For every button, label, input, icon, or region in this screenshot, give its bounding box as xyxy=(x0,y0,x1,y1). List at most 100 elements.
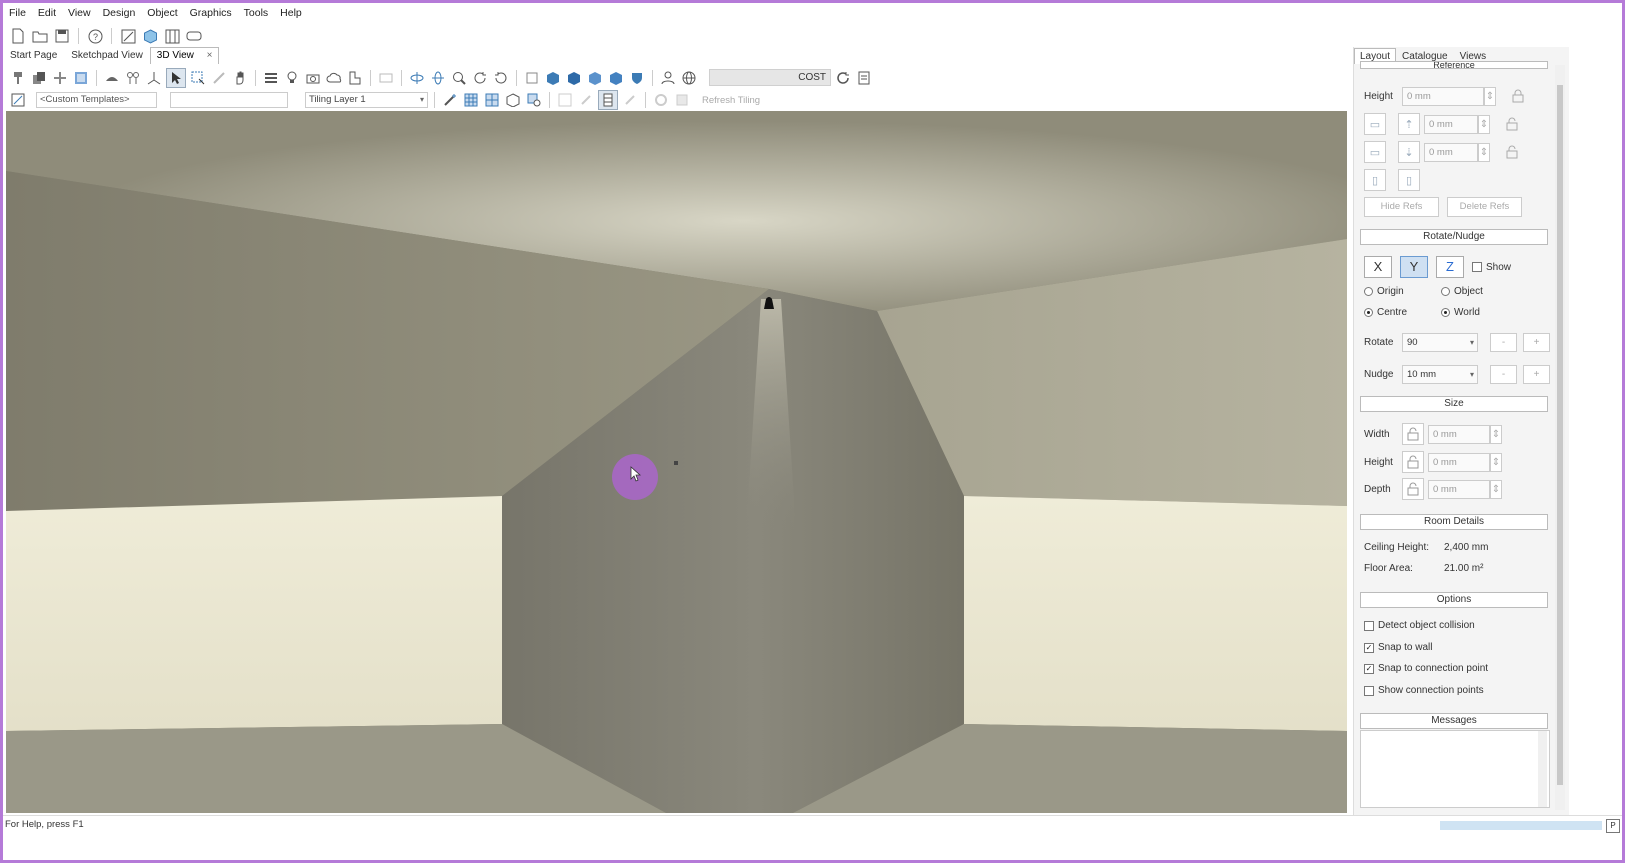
rotate-ccw-icon[interactable] xyxy=(492,69,510,87)
reference-offset1-stepper[interactable]: ⇕ xyxy=(1478,114,1490,134)
copy-object-icon[interactable] xyxy=(30,69,48,87)
orbit-horizontal-icon[interactable] xyxy=(408,69,426,87)
delete-refs-button[interactable]: Delete Refs xyxy=(1447,197,1522,217)
messages-header[interactable]: Messages xyxy=(1360,713,1548,729)
save-icon[interactable] xyxy=(53,27,71,45)
status-icon[interactable]: P xyxy=(1606,819,1620,833)
tile-grid-2-icon[interactable] xyxy=(483,91,501,109)
size-width-input[interactable]: 0 mm xyxy=(1428,424,1490,444)
menu-file[interactable]: File xyxy=(3,7,32,19)
marquee-select-icon[interactable] xyxy=(189,69,207,87)
rotate-minus-button[interactable]: - xyxy=(1490,333,1517,352)
new-file-icon[interactable] xyxy=(9,27,27,45)
reference-offset1-input[interactable]: 0 mm xyxy=(1424,114,1478,134)
tile-gear-icon[interactable] xyxy=(652,91,670,109)
nudge-select[interactable]: 10 mm ▾ xyxy=(1402,365,1478,384)
custom-templates-select[interactable]: <Custom Templates> xyxy=(36,92,157,108)
room-shape-icon[interactable] xyxy=(346,69,364,87)
menu-edit[interactable]: Edit xyxy=(32,7,62,19)
tile-grid-1-icon[interactable] xyxy=(462,91,480,109)
measure-icon[interactable] xyxy=(210,69,228,87)
object-radio[interactable] xyxy=(1441,287,1450,296)
reference-snap-down-icon[interactable]: ⇣ xyxy=(1398,141,1420,163)
unlock-icon[interactable] xyxy=(1502,142,1522,162)
size-height-input[interactable]: 0 mm xyxy=(1428,452,1490,472)
tab-3d-view[interactable]: 3D View × xyxy=(149,47,220,64)
camera-icon[interactable] xyxy=(304,69,322,87)
view-cube-1-icon[interactable] xyxy=(544,69,562,87)
room-details-header[interactable]: Room Details xyxy=(1360,514,1548,530)
reference-height-input[interactable]: 0 mm xyxy=(1402,86,1484,106)
paint-brush-icon[interactable] xyxy=(9,69,27,87)
select-pointer-icon[interactable] xyxy=(166,67,186,88)
size-header[interactable]: Size xyxy=(1360,396,1548,412)
reference-centre-snap-icon[interactable]: ▯ xyxy=(1398,169,1420,191)
view-shield-icon[interactable] xyxy=(628,69,646,87)
reference-centre-icon[interactable]: ▯ xyxy=(1364,169,1386,191)
list-icon[interactable] xyxy=(262,69,280,87)
plan-view-icon[interactable] xyxy=(119,27,137,45)
unlock-icon[interactable] xyxy=(1402,478,1424,500)
3d-view-icon[interactable] xyxy=(141,27,159,45)
show-connection-checkbox[interactable] xyxy=(1364,685,1374,696)
axis-x-button[interactable]: X xyxy=(1364,256,1392,278)
reference-offset2-stepper[interactable]: ⇕ xyxy=(1478,142,1490,162)
template-icon[interactable] xyxy=(9,91,27,109)
world-radio[interactable] xyxy=(1441,308,1450,317)
show-checkbox[interactable] xyxy=(1472,262,1482,272)
hide-refs-button[interactable]: Hide Refs xyxy=(1364,197,1439,217)
reference-height-stepper[interactable]: ⇕ xyxy=(1484,86,1496,106)
person-icon[interactable] xyxy=(659,69,677,87)
reference-align-top-icon[interactable]: ▭ xyxy=(1364,113,1386,135)
tile-link-icon[interactable] xyxy=(577,91,595,109)
menu-graphics[interactable]: Graphics xyxy=(184,7,238,19)
walk-icon[interactable] xyxy=(124,69,142,87)
size-width-stepper[interactable]: ⇕ xyxy=(1490,424,1502,444)
group-icon[interactable] xyxy=(377,69,395,87)
reference-offset2-input[interactable]: 0 mm xyxy=(1424,142,1478,162)
orbit-vertical-icon[interactable] xyxy=(429,69,447,87)
snap-point-icon[interactable] xyxy=(51,69,69,87)
size-depth-input[interactable]: 0 mm xyxy=(1428,479,1490,499)
reference-snap-up-icon[interactable]: ⇡ xyxy=(1398,113,1420,135)
lock-icon[interactable] xyxy=(1508,86,1528,106)
view-cube-2-icon[interactable] xyxy=(565,69,583,87)
messages-box[interactable] xyxy=(1360,730,1550,808)
nudge-plus-button[interactable]: + xyxy=(1523,365,1550,384)
size-height-stepper[interactable]: ⇕ xyxy=(1490,452,1502,472)
menu-tools[interactable]: Tools xyxy=(238,7,275,19)
render-view-icon[interactable] xyxy=(185,27,203,45)
refresh-tiling-button[interactable]: Refresh Tiling xyxy=(702,95,760,106)
tile-box-icon[interactable] xyxy=(673,91,691,109)
axis-y-button[interactable]: Y xyxy=(1400,256,1428,278)
tile-edit-icon[interactable] xyxy=(621,91,639,109)
report-icon[interactable] xyxy=(855,69,873,87)
view-cube-4-icon[interactable] xyxy=(607,69,625,87)
open-folder-icon[interactable] xyxy=(31,27,49,45)
rotate-nudge-header[interactable]: Rotate/Nudge xyxy=(1360,229,1548,245)
help-icon[interactable]: ? xyxy=(86,27,104,45)
origin-radio[interactable] xyxy=(1364,287,1373,296)
tiling-layer-select[interactable]: Tiling Layer 1 ▾ xyxy=(305,92,428,108)
reference-header[interactable]: Reference xyxy=(1360,61,1548,69)
rotate-cw-icon[interactable] xyxy=(471,69,489,87)
unlock-icon[interactable] xyxy=(1502,114,1522,134)
tile-settings-icon[interactable] xyxy=(525,91,543,109)
options-header[interactable]: Options xyxy=(1360,592,1548,608)
detect-collision-checkbox[interactable] xyxy=(1364,620,1374,631)
elevation-view-icon[interactable] xyxy=(163,27,181,45)
pan-hand-icon[interactable] xyxy=(231,69,249,87)
light-bulb-icon[interactable] xyxy=(283,69,301,87)
texture-icon[interactable] xyxy=(72,69,90,87)
axis-z-button[interactable]: Z xyxy=(1436,256,1464,278)
view-front-icon[interactable] xyxy=(523,69,541,87)
size-depth-stepper[interactable]: ⇕ xyxy=(1490,479,1502,499)
cost-display[interactable]: COST xyxy=(709,69,831,86)
template-name-input[interactable] xyxy=(170,92,288,108)
move-axes-icon[interactable] xyxy=(145,69,163,87)
menu-view[interactable]: View xyxy=(62,7,97,19)
globe-icon[interactable] xyxy=(680,69,698,87)
ceiling-icon[interactable] xyxy=(103,69,121,87)
tab-start-page[interactable]: Start Page xyxy=(3,47,64,64)
close-tab-icon[interactable]: × xyxy=(207,50,213,61)
